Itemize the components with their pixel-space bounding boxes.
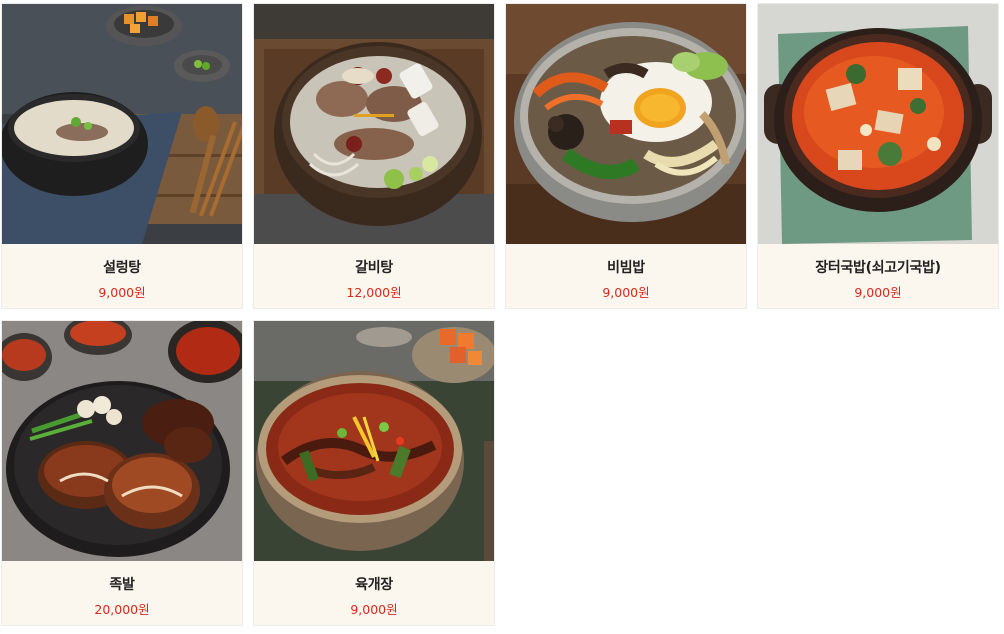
menu-card-info: 육개장 9,000원 — [254, 561, 494, 625]
menu-card-yukgaejang[interactable]: 육개장 9,000원 — [253, 320, 495, 626]
menu-card-info: 비빔밥 9,000원 — [506, 244, 746, 308]
menu-item-name: 장터국밥(쇠고기국밥) — [815, 260, 941, 276]
menu-item-price: 12,000원 — [346, 285, 402, 300]
menu-card-info: 장터국밥(쇠고기국밥) 9,000원 — [758, 244, 998, 308]
menu-card-galbitang[interactable]: 갈비탕 12,000원 — [253, 3, 495, 309]
bibimbap-photo[interactable] — [506, 4, 746, 244]
menu-item-name: 설렁탕 — [103, 260, 141, 276]
menu-item-name: 갈비탕 — [355, 260, 393, 276]
menu-card-info: 족발 20,000원 — [2, 561, 242, 625]
menu-item-price: 9,000원 — [98, 285, 146, 300]
gukbap-photo[interactable] — [758, 4, 998, 244]
menu-card-jokbal[interactable]: 족발 20,000원 — [1, 320, 243, 626]
menu-grid: 설렁탕 9,000원 갈비탕 12,000원 비빔밥 9,000원 장터국밥(쇠… — [0, 0, 1004, 634]
menu-item-price: 20,000원 — [94, 602, 150, 617]
galbitang-photo[interactable] — [254, 4, 494, 244]
menu-card-info: 설렁탕 9,000원 — [2, 244, 242, 308]
menu-card-seolleongtang[interactable]: 설렁탕 9,000원 — [1, 3, 243, 309]
menu-item-name: 비빔밥 — [607, 260, 645, 276]
menu-card-bibimbap[interactable]: 비빔밥 9,000원 — [505, 3, 747, 309]
seolleongtang-photo[interactable] — [2, 4, 242, 244]
menu-card-gukbap[interactable]: 장터국밥(쇠고기국밥) 9,000원 — [757, 3, 999, 309]
menu-item-name: 육개장 — [355, 577, 393, 593]
menu-item-price: 9,000원 — [854, 285, 902, 300]
jokbal-photo[interactable] — [2, 321, 242, 561]
menu-item-price: 9,000원 — [602, 285, 650, 300]
menu-item-price: 9,000원 — [350, 602, 398, 617]
menu-card-info: 갈비탕 12,000원 — [254, 244, 494, 308]
yukgaejang-photo[interactable] — [254, 321, 494, 561]
menu-item-name: 족발 — [109, 577, 135, 593]
